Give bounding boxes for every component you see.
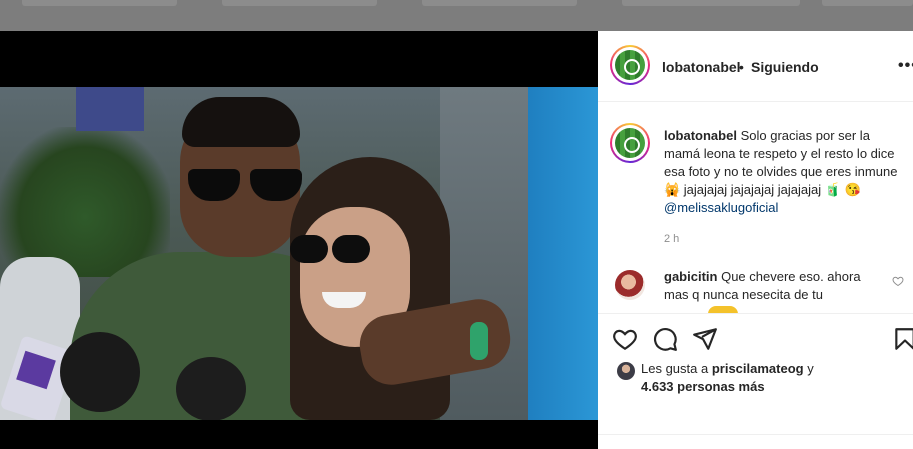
caption-username[interactable]: lobatonabel xyxy=(664,128,737,143)
author-username[interactable]: lobatonabel xyxy=(662,59,741,75)
photo-woman-sunglasses xyxy=(290,235,370,265)
photo-microphone xyxy=(60,332,140,412)
photo-bracelet xyxy=(470,322,488,360)
post-actions: Les gusta a priscilamateog y 4.633 perso… xyxy=(598,313,913,449)
post-photo xyxy=(0,87,598,420)
background-element xyxy=(22,0,177,6)
post-modal: lobatonabel • Siguiendo ••• lobatonabel … xyxy=(0,31,913,449)
post-header: lobatonabel • Siguiendo ••• xyxy=(598,31,913,102)
comments-list[interactable]: lobatonabel Solo gracias por ser la mamá… xyxy=(598,103,913,313)
comment-icon[interactable] xyxy=(652,326,678,352)
caption-mention-link[interactable]: @melissaklugoficial xyxy=(664,200,778,215)
post-media[interactable] xyxy=(0,31,598,449)
follow-status-button[interactable]: Siguiendo xyxy=(751,59,819,75)
likes-conjunction: y xyxy=(807,361,814,376)
emoji-peek xyxy=(708,306,738,313)
caption-avatar[interactable] xyxy=(610,123,650,163)
dimmed-background xyxy=(0,0,913,31)
divider xyxy=(598,434,913,435)
likes-summary: Les gusta a priscilamateog y xyxy=(641,361,814,376)
background-element xyxy=(222,0,377,6)
separator-dot: • xyxy=(739,59,744,75)
likes-prefix: Les gusta a xyxy=(641,361,709,376)
heart-icon[interactable] xyxy=(612,326,638,352)
photo-microphone xyxy=(176,357,246,420)
photo-plant xyxy=(0,127,170,277)
liker-avatar[interactable] xyxy=(617,362,635,380)
liker-username[interactable]: priscilamateog xyxy=(712,361,804,376)
share-icon[interactable] xyxy=(692,326,718,352)
photo-blue-wall xyxy=(528,87,598,420)
comment-avatar[interactable] xyxy=(615,270,645,300)
background-element xyxy=(822,0,913,6)
post-timestamp[interactable]: 2 h xyxy=(664,233,679,245)
comment-username[interactable]: gabicitin xyxy=(664,269,717,284)
post-side-panel: lobatonabel • Siguiendo ••• lobatonabel … xyxy=(598,31,913,449)
caption-text: lobatonabel Solo gracias por ser la mamá… xyxy=(664,127,904,217)
photo-man-hair xyxy=(182,97,300,147)
more-icon[interactable]: ••• xyxy=(898,57,913,75)
likes-count[interactable]: 4.633 personas más xyxy=(641,379,765,394)
background-element xyxy=(622,0,800,6)
background-element xyxy=(422,0,577,6)
photo-sign xyxy=(76,87,144,131)
author-avatar[interactable] xyxy=(610,45,650,85)
comment-heart-icon[interactable] xyxy=(892,275,904,287)
comment-item: gabicitin Que chevere eso. ahora mas q n… xyxy=(664,268,884,304)
bookmark-icon[interactable] xyxy=(892,326,913,352)
photo-man-sunglasses xyxy=(188,169,306,203)
